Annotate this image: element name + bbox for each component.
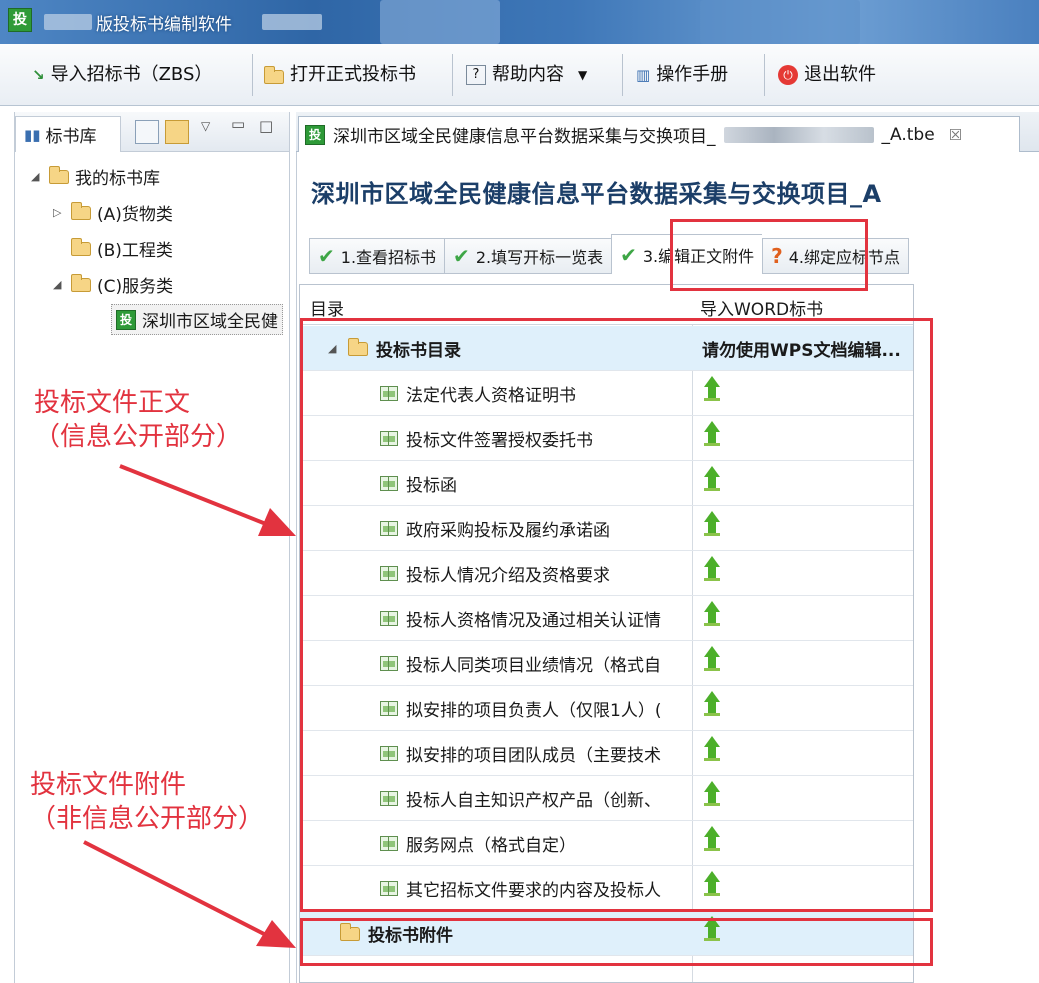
- app-icon: 投: [8, 8, 32, 32]
- toolbar-separator: [452, 54, 453, 96]
- close-icon[interactable]: ☒: [949, 126, 962, 144]
- tab-step-2[interactable]: ✔ 2.填写开标一览表: [444, 238, 612, 274]
- step-label: 1.查看招标书: [340, 248, 437, 267]
- annotation-main-subtitle: （信息公开部分）: [34, 422, 243, 452]
- tree-item-project-file[interactable]: 投 深圳市区域全民健: [111, 304, 283, 335]
- tab-project-file[interactable]: 投 深圳市区域全民健康信息平台数据采集与交换项目_ _A.tbe ☒: [298, 116, 1020, 152]
- checkmark-icon: ✔: [620, 242, 637, 267]
- tab-step-1[interactable]: ✔ 1.查看招标书: [309, 238, 445, 274]
- expanded-triangle-icon[interactable]: ◢: [31, 170, 43, 183]
- checkmark-icon: ✔: [318, 244, 335, 268]
- window-title-bar: 投 版投标书编制软件: [0, 0, 1039, 44]
- main-toolbar: ↘ 导入招标书（ZBS） 打开正式投标书 ? 帮助内容 ▼ ▥ 操作手册 ⏻ 退…: [0, 44, 1039, 106]
- manual-button[interactable]: ▥ 操作手册: [636, 60, 728, 90]
- help-label: 帮助内容: [492, 64, 564, 85]
- folder-open-icon: [71, 273, 91, 292]
- editor-tab-bar: 投 深圳市区域全民健康信息平台数据采集与交换项目_ _A.tbe ☒: [296, 112, 1039, 152]
- help-button[interactable]: ? 帮助内容 ▼: [466, 60, 587, 90]
- import-icon: ↘: [32, 66, 45, 84]
- tab-title-redaction: [723, 126, 874, 143]
- minimize-icon[interactable]: ▭: [231, 114, 245, 134]
- exit-label: 退出软件: [804, 64, 876, 85]
- view-menu-icon[interactable]: ▽: [201, 116, 210, 136]
- tender-library-panel: ▮▮ 标书库 ▽ ▭ □ ◢ 我的标书库 ▷ (A)货物类 (B)工程类 ◢ (…: [14, 112, 290, 983]
- toolbar-separator: [622, 54, 623, 96]
- tree-label: 我的标书库: [75, 169, 160, 189]
- folder-icon: [71, 237, 91, 256]
- title-redaction: [44, 14, 92, 30]
- tree-label: 深圳市区域全民健: [142, 312, 278, 332]
- project-title: 深圳市区域全民健康信息平台数据采集与交换项目_A: [311, 180, 882, 208]
- open-folder-icon: [264, 66, 284, 84]
- collapsed-triangle-icon[interactable]: ▷: [53, 206, 65, 219]
- expanded-triangle-icon[interactable]: ◢: [53, 278, 65, 291]
- tree-item-services[interactable]: ◢ (C)服务类: [53, 272, 173, 297]
- title-redaction: [262, 14, 322, 30]
- column-header-directory[interactable]: 目录: [310, 295, 344, 320]
- tree-item-goods[interactable]: ▷ (A)货物类: [53, 200, 173, 225]
- link-editor-icon[interactable]: [165, 120, 189, 144]
- tab-tender-library[interactable]: ▮▮ 标书库: [15, 116, 121, 152]
- help-icon: ?: [466, 65, 486, 85]
- tbe-file-icon: 投: [305, 124, 325, 145]
- toolbar-separator: [252, 54, 253, 96]
- highlight-box-attachments: [300, 918, 933, 966]
- annotation-attach-title: 投标文件附件: [30, 770, 187, 800]
- maximize-icon[interactable]: □: [259, 116, 273, 136]
- title-bar-blur: [380, 0, 500, 44]
- tab-title-suffix: _A.tbe: [881, 124, 935, 145]
- exit-button[interactable]: ⏻ 退出软件: [778, 60, 876, 90]
- manual-label: 操作手册: [656, 64, 729, 85]
- library-panel-header: ▮▮ 标书库 ▽ ▭ □: [15, 112, 289, 152]
- title-bar-blur: [700, 0, 860, 44]
- tree-label: (A)货物类: [97, 205, 173, 225]
- bar-chart-icon: ▮▮: [24, 125, 41, 144]
- import-tender-button[interactable]: ↘ 导入招标书（ZBS）: [32, 60, 212, 90]
- open-bid-button[interactable]: 打开正式投标书: [264, 60, 416, 90]
- tbe-file-icon: 投: [116, 309, 136, 330]
- step-label: 2.填写开标一览表: [475, 248, 604, 267]
- tree-label: (C)服务类: [97, 277, 174, 297]
- import-label: 导入招标书（ZBS）: [50, 64, 213, 85]
- toolbar-separator: [764, 54, 765, 96]
- highlight-box-main-content: [300, 318, 933, 912]
- power-icon: ⏻: [778, 65, 798, 85]
- tree-root-my-library[interactable]: ◢ 我的标书库: [31, 164, 160, 189]
- tree-label: (B)工程类: [97, 241, 173, 261]
- tab-title-prefix: 深圳市区域全民健康信息平台数据采集与交换项目_: [333, 127, 716, 147]
- checkmark-icon: ✔: [453, 244, 470, 268]
- chevron-down-icon[interactable]: ▼: [578, 65, 587, 85]
- annotation-main-title: 投标文件正文: [34, 388, 191, 418]
- manual-book-icon: ▥: [636, 66, 651, 84]
- highlight-box-step3: [670, 219, 868, 291]
- open-label: 打开正式投标书: [290, 64, 416, 85]
- column-header-import-word[interactable]: 导入WORD标书: [700, 295, 823, 320]
- collapse-all-icon[interactable]: [135, 120, 159, 144]
- library-tab-label: 标书库: [45, 127, 97, 147]
- tree-item-engineering[interactable]: (B)工程类: [71, 236, 173, 261]
- folder-icon: [71, 201, 91, 220]
- annotation-attach-subtitle: （非信息公开部分）: [30, 804, 265, 834]
- window-title: 版投标书编制软件: [96, 15, 232, 35]
- folder-open-icon: [49, 165, 69, 184]
